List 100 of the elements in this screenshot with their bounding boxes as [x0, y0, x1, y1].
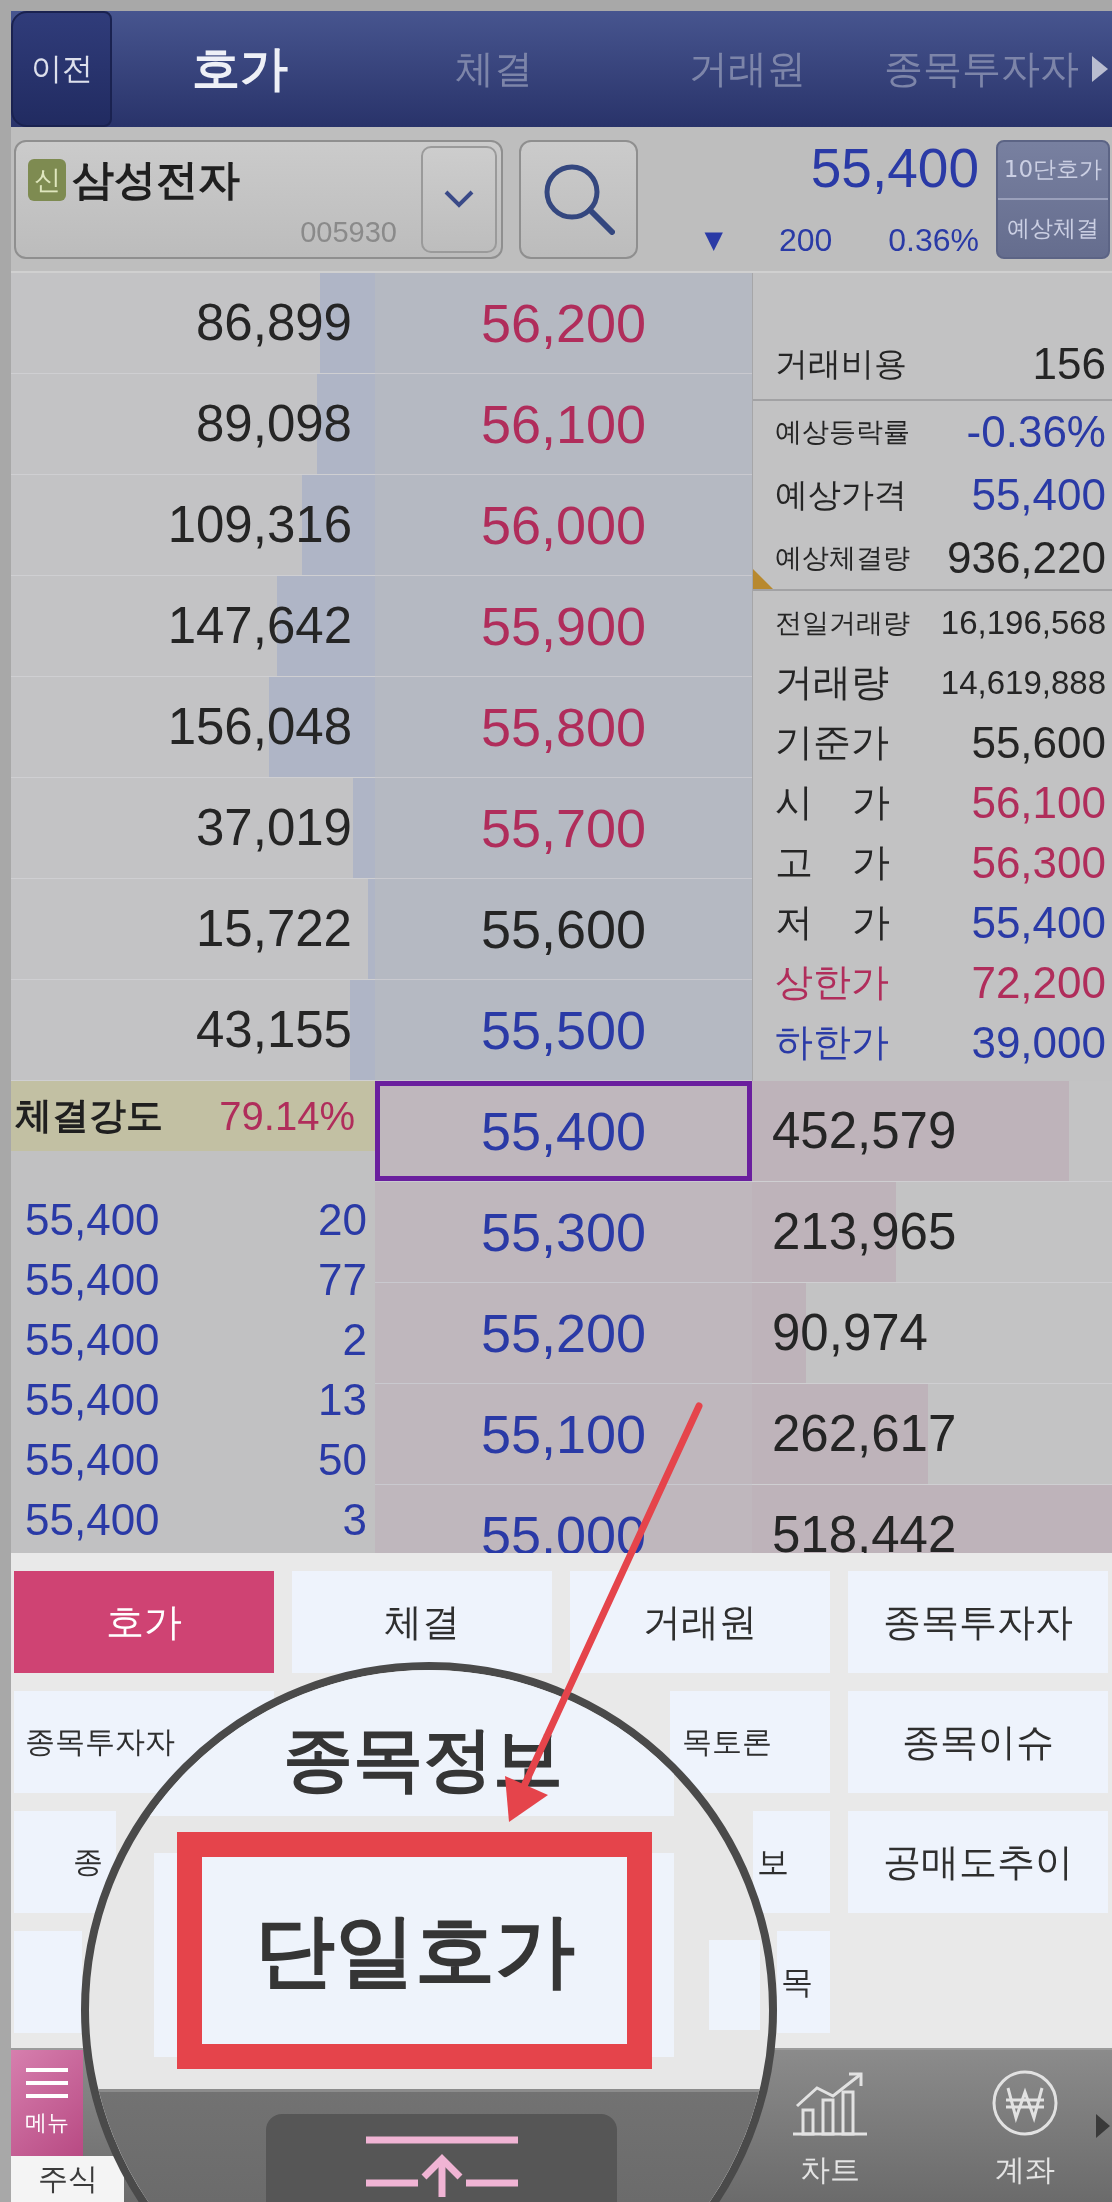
- info-label: 시 가: [775, 781, 890, 825]
- ask-quantity: 89,098: [196, 395, 352, 453]
- caret-right-icon: [1096, 2114, 1110, 2138]
- ask-price[interactable]: 55,900: [375, 576, 752, 677]
- menu-tile[interactable]: 종목이슈: [848, 1691, 1108, 1793]
- info-label: 예상체결량: [775, 542, 910, 574]
- info-value: 156: [1032, 338, 1106, 390]
- ask-quantity: 109,316: [167, 496, 352, 554]
- info-label: 하한가: [775, 1021, 889, 1065]
- bid-price[interactable]: 55,100: [375, 1384, 752, 1485]
- tick-volume: 13: [318, 1375, 367, 1425]
- info-value: 56,300: [971, 837, 1106, 889]
- tick-price: 55,400: [25, 1435, 160, 1485]
- search-icon: [542, 163, 615, 235]
- menu-tile[interactable]: 종목투자자: [848, 1571, 1108, 1673]
- bid-quantity: 90,974: [772, 1304, 928, 1362]
- strength-label: 체결강도: [15, 1093, 163, 1139]
- ask-price[interactable]: 56,200: [375, 273, 752, 374]
- back-button[interactable]: 이전: [11, 11, 112, 127]
- ask-price[interactable]: 56,100: [375, 374, 752, 475]
- bid-quantity: 213,965: [772, 1203, 957, 1261]
- info-value: 56,100: [971, 777, 1106, 829]
- tick-volume: 3: [342, 1495, 367, 1545]
- info-value: 55,600: [971, 717, 1106, 769]
- menu-tile[interactable]: 종: [14, 1811, 116, 1913]
- dropdown-button[interactable]: [421, 145, 497, 253]
- caret-right-icon: [1092, 56, 1108, 82]
- info-label: 예상가격: [775, 476, 907, 514]
- ask-quantity: 156,048: [167, 698, 352, 756]
- tick-price: 55,400: [25, 1495, 160, 1545]
- search-button[interactable]: [519, 139, 638, 259]
- ask-price[interactable]: 56,000: [375, 475, 752, 576]
- ask-price[interactable]: 55,700: [375, 778, 752, 879]
- header-tab[interactable]: 종목투자자: [873, 11, 1089, 127]
- chevron-down-icon: [444, 190, 474, 208]
- info-label: 전일거래량: [775, 607, 910, 639]
- tab-bar-item[interactable]: 차트: [775, 2050, 885, 2202]
- info-label: 기준가: [775, 721, 889, 765]
- credit-badge: 신: [28, 158, 66, 201]
- tick-volume: 2: [342, 1315, 367, 1365]
- ask-price[interactable]: 55,600: [375, 879, 752, 980]
- bid-quantity: 452,579: [772, 1102, 957, 1160]
- info-value: 55,400: [971, 897, 1106, 949]
- info-value: 14,619,888: [940, 664, 1106, 702]
- ask-quantity: 86,899: [196, 294, 352, 352]
- hamburger-icon: [26, 2068, 68, 2098]
- tab-bar-item[interactable]: 계좌: [970, 2050, 1080, 2202]
- ask-quantity: 43,155: [196, 1001, 352, 1059]
- section-tab[interactable]: 주식: [11, 2156, 124, 2202]
- menu-tile[interactable]: 목토론: [670, 1691, 830, 1793]
- menu-tile[interactable]: [14, 1931, 82, 2033]
- info-value: 72,200: [971, 957, 1106, 1009]
- tick-price: 55,400: [25, 1315, 160, 1365]
- info-value: 936,220: [946, 532, 1106, 584]
- info-label: 거래비용: [775, 345, 907, 383]
- header-tab[interactable]: 체결: [367, 11, 621, 127]
- bid-quantity: 518,442: [772, 1506, 957, 1564]
- highlighted-menu-tile: 단일호가: [177, 1832, 652, 2069]
- chart-icon: [793, 2070, 867, 2136]
- info-value: -0.36%: [966, 406, 1106, 458]
- info-label: 거래량: [775, 661, 889, 705]
- header-tab[interactable]: 거래원: [621, 11, 873, 127]
- menu-tile[interactable]: 보: [753, 1811, 830, 1913]
- stock-name: 삼성전자: [72, 153, 240, 206]
- tick-volume: 20: [318, 1195, 367, 1245]
- info-label: 저 가: [775, 901, 890, 945]
- menu-button[interactable]: 메뉴: [11, 2050, 83, 2156]
- info-value: 16,196,568: [940, 604, 1106, 642]
- price-change: 200: [778, 221, 833, 259]
- info-value: 39,000: [971, 1017, 1106, 1069]
- bid-price[interactable]: 55,400: [375, 1081, 752, 1182]
- tick-price: 55,400: [25, 1255, 160, 1305]
- order-book-mode-button[interactable]: 10단호가 예상체결: [996, 139, 1110, 259]
- ask-price[interactable]: 55,500: [375, 980, 752, 1081]
- ask-quantity: 37,019: [196, 799, 352, 857]
- bid-quantity: 262,617: [772, 1405, 957, 1463]
- header-tab[interactable]: 호가: [112, 11, 367, 127]
- tick-price: 55,400: [25, 1195, 160, 1245]
- bid-price[interactable]: 55,200: [375, 1283, 752, 1384]
- strength-value: 79.14%: [219, 1093, 355, 1139]
- bid-price[interactable]: 55,300: [375, 1182, 752, 1283]
- ask-quantity: 15,722: [196, 900, 352, 958]
- menu-tile[interactable]: 공매도추이: [848, 1811, 1108, 1913]
- menu-tile[interactable]: 목: [777, 1931, 830, 2033]
- menu-tile[interactable]: 호가: [14, 1571, 274, 1673]
- corner-triangle-icon: [753, 569, 773, 589]
- ask-price[interactable]: 55,800: [375, 677, 752, 778]
- tick-price: 55,400: [25, 1375, 160, 1425]
- tick-volume: 50: [318, 1435, 367, 1485]
- tick-volume: 77: [318, 1255, 367, 1305]
- change-rate: 0.36%: [888, 221, 979, 259]
- menu-tile[interactable]: 거래원: [570, 1571, 830, 1673]
- info-label: 예상등락률: [775, 416, 910, 448]
- change-sign: ▼: [704, 226, 723, 254]
- info-value: 55,400: [971, 469, 1106, 521]
- info-label: 고 가: [775, 841, 890, 885]
- info-label: 상한가: [775, 961, 889, 1005]
- menu-tile[interactable]: 체결: [292, 1571, 552, 1673]
- ask-quantity: 147,642: [167, 597, 352, 655]
- current-price: 55,400: [810, 139, 979, 198]
